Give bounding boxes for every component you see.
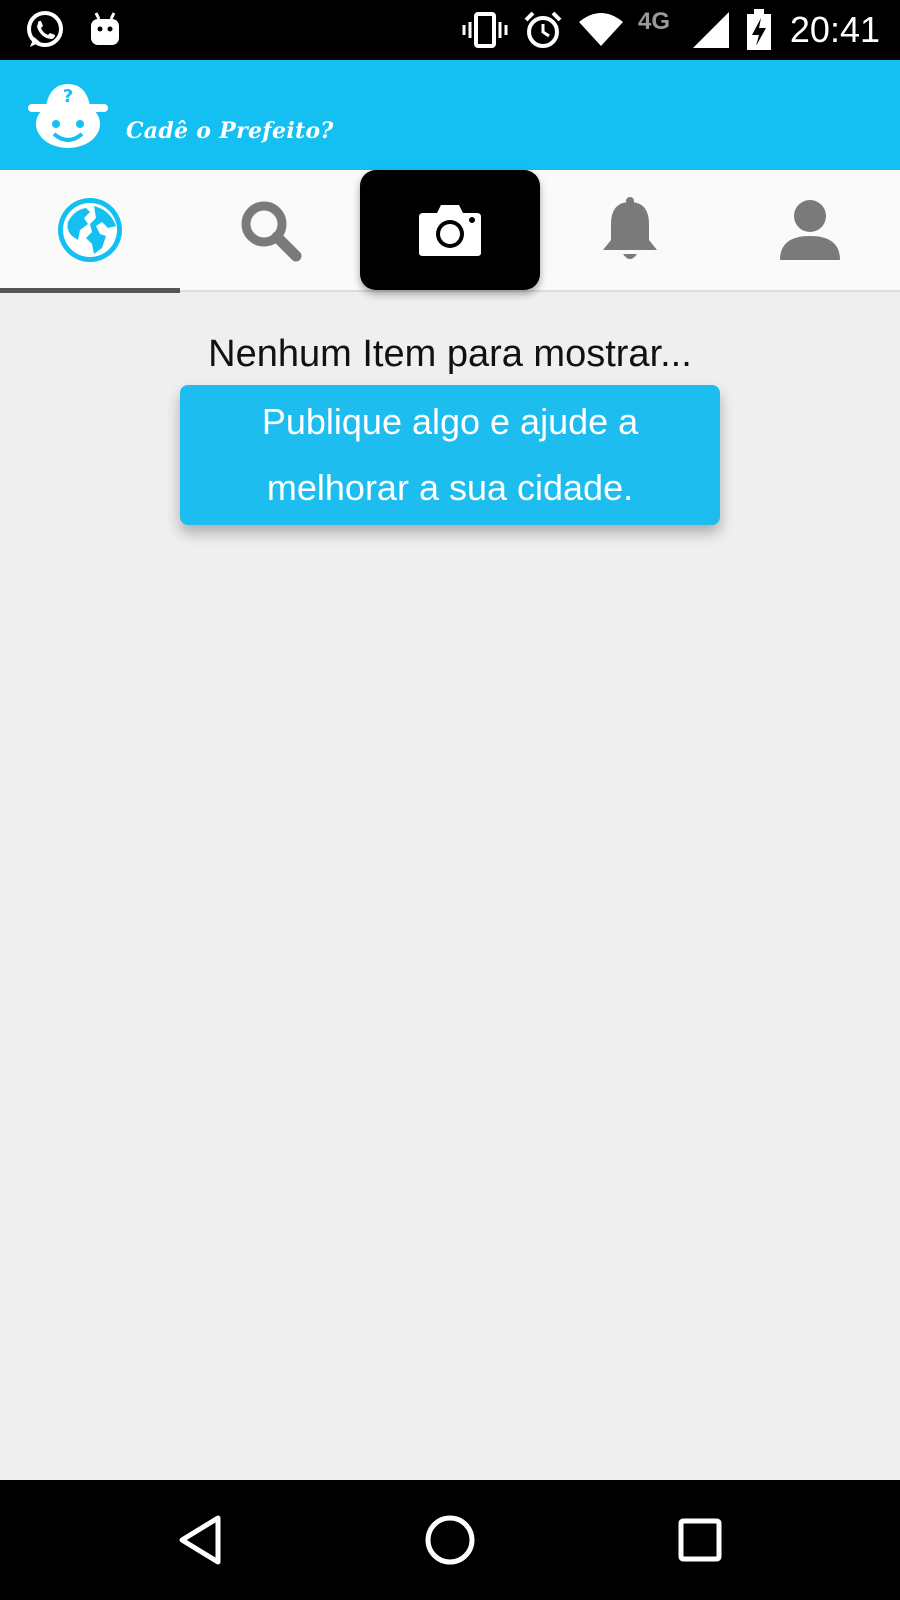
svg-text:?: ?	[63, 86, 73, 107]
battery-icon	[744, 0, 774, 60]
camera-icon	[419, 205, 481, 256]
whatsapp-icon	[20, 0, 70, 60]
tab-feed[interactable]	[0, 170, 180, 290]
app-title: Cadê o Prefeito?	[126, 118, 334, 144]
person-icon	[780, 200, 840, 260]
status-bar: 4G 20:41	[0, 0, 900, 60]
network-type-label: 4G	[638, 8, 671, 35]
system-nav-bar	[0, 1480, 900, 1600]
tab-camera[interactable]	[360, 170, 540, 290]
app-header: ? Cadê o Prefeito?	[0, 60, 900, 170]
vibrate-icon	[460, 0, 510, 60]
active-tab-indicator	[0, 288, 180, 293]
cta-line-2: melhorar a sua cidade.	[266, 467, 634, 508]
cta-line-1: Publique algo e ajude a	[261, 401, 639, 442]
wifi-icon	[576, 0, 626, 60]
nav-recents-button[interactable]	[640, 1480, 760, 1600]
publish-cta-card[interactable]: Publique algo e ajude a melhorar a sua c…	[180, 385, 720, 525]
signal-icon	[688, 0, 734, 60]
empty-state-message: Nenhum Item para mostrar...	[208, 333, 692, 375]
tab-profile[interactable]	[720, 170, 900, 290]
nav-back-button[interactable]	[140, 1480, 260, 1600]
search-icon	[241, 201, 302, 262]
back-icon	[179, 1515, 221, 1565]
alarm-icon	[520, 0, 566, 60]
home-icon	[425, 1515, 475, 1565]
app-logo: ?	[26, 80, 110, 152]
nav-home-button[interactable]	[390, 1480, 510, 1600]
globe-icon	[58, 198, 122, 262]
tab-notifications[interactable]	[540, 170, 720, 290]
tab-search[interactable]	[180, 170, 360, 290]
android-icon	[85, 0, 125, 60]
recents-icon	[678, 1518, 722, 1562]
status-time: 20:41	[789, 9, 880, 50]
bell-icon	[603, 197, 657, 259]
